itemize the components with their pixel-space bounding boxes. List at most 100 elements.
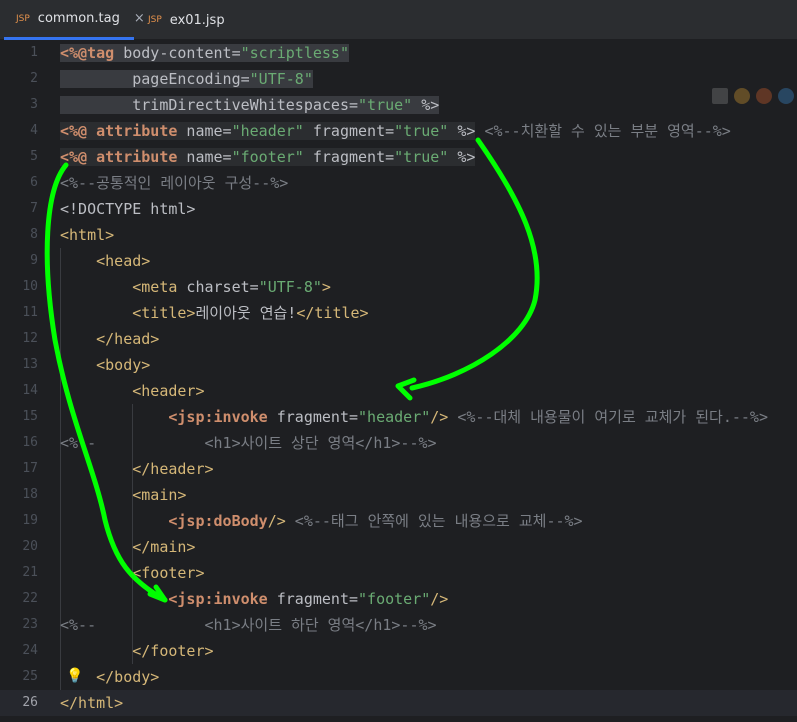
code-token: <%--치환할 수 있는 부분 영역--%> <box>475 122 731 140</box>
code-editor[interactable]: 1 2 3 4 5 6 7 8 9 10 11 12 13 14 15 16 17 18 19 20 21 22 23 24 2… <box>0 40 797 722</box>
line-number: 3 <box>30 97 38 112</box>
close-icon[interactable]: × <box>134 11 145 26</box>
code-line: <footer> <box>60 560 204 586</box>
line-number: 19 <box>22 513 38 528</box>
code-token: <%--대체 내용물이 여기로 교체가 된다.--%> <box>448 408 768 426</box>
code-token: "true" <box>358 96 413 114</box>
code-line: <body> <box>60 352 150 378</box>
code-line: <html> <box>60 222 114 248</box>
tab-common-tag[interactable]: JSP common.tag × <box>4 0 145 40</box>
line-number: 17 <box>22 461 38 476</box>
code-line: <%@ attribute name="footer" fragment="tr… <box>60 144 476 170</box>
code-line: <header> <box>60 378 204 404</box>
code-token: </html> <box>60 694 124 712</box>
line-number: 22 <box>22 591 38 606</box>
line-number: 2 <box>30 71 38 86</box>
code-token: <head> <box>60 252 151 270</box>
code-token: <!DOCTYPE html> <box>60 200 196 218</box>
code-token: "true" <box>394 122 449 140</box>
line-number: 24 <box>22 643 38 658</box>
code-token: %> <box>412 96 440 114</box>
line-number: 11 <box>22 305 38 320</box>
code-line: trimDirectiveWhitespaces="true" %> <box>60 92 440 118</box>
code-line: <jsp:doBody/> <%--태그 안쪽에 있는 내용으로 교체--%> <box>60 508 583 534</box>
code-token: </head> <box>60 330 160 348</box>
code-token: name= <box>177 122 232 140</box>
code-line: <%--공통적인 레이아웃 구성--%> <box>60 170 288 196</box>
line-number: 23 <box>22 617 38 632</box>
code-line: <%@ attribute name="header" fragment="tr… <box>60 118 731 144</box>
code-token: <meta <box>60 278 178 296</box>
code-token: <jsp:invoke <box>168 408 268 426</box>
code-token: <html> <box>60 226 115 244</box>
code-token: <jsp:invoke <box>168 590 268 608</box>
code-token: charset= <box>177 278 259 296</box>
code-token: fragment= <box>267 590 359 608</box>
code-token: fragment= <box>303 122 395 140</box>
line-number: 1 <box>30 45 38 60</box>
code-token: </header> <box>60 460 214 478</box>
code-token: trimDirectiveWhitespaces= <box>60 96 359 114</box>
code-token: "footer" <box>231 148 304 166</box>
line-number-gutter: 1 2 3 4 5 6 7 8 9 10 11 12 13 14 15 16 17 18 19 20 21 22 23 24 2… <box>0 40 48 722</box>
browser-preview-icons <box>712 88 794 104</box>
jsp-file-icon: JSP <box>148 15 162 25</box>
tab-label: common.tag <box>37 11 120 26</box>
code-token: fragment= <box>303 148 395 166</box>
firefox-icon[interactable] <box>756 88 772 104</box>
code-token: "UTF-8" <box>258 278 322 296</box>
code-token: body-content= <box>114 44 241 62</box>
line-number: 15 <box>22 409 38 424</box>
code-token: </title> <box>296 304 369 322</box>
code-token: <%@ attribute <box>60 148 178 166</box>
code-token: /> <box>430 590 449 608</box>
code-token: > <box>321 278 331 296</box>
code-line: <%-- <h1>사이트 상단 영역</h1>--%> <box>60 430 437 456</box>
line-number: 13 <box>22 357 38 372</box>
code-token: <main> <box>60 486 187 504</box>
code-token: </body> <box>60 668 160 686</box>
line-number: 12 <box>22 331 38 346</box>
tab-bar: JSP common.tag × JSP ex01.jsp <box>0 0 797 40</box>
browser-icon[interactable] <box>712 88 728 104</box>
line-number: 10 <box>22 279 38 294</box>
code-line: <head> <box>60 248 150 274</box>
tab-ex01-jsp[interactable]: JSP ex01.jsp <box>148 0 225 40</box>
code-token: <%--공통적인 레이아웃 구성--%> <box>60 174 289 192</box>
code-line: </header> <box>60 456 214 482</box>
line-number: 6 <box>30 175 38 190</box>
line-number: 18 <box>22 487 38 502</box>
code-token: "scriptless" <box>240 44 349 62</box>
code-token: <%-- <h1>사이트 상단 영역</h1>--%> <box>60 434 437 452</box>
line-number: 26 <box>22 695 38 710</box>
code-line: </body> <box>60 664 159 690</box>
code-token: %> <box>448 148 476 166</box>
code-line: </main> <box>60 534 195 560</box>
line-number: 20 <box>22 539 38 554</box>
code-token: <%-- <h1>사이트 하단 영역</h1>--%> <box>60 616 437 634</box>
code-line: <main> <box>60 482 186 508</box>
code-token: "header" <box>231 122 304 140</box>
code-token: "header" <box>358 408 431 426</box>
chrome-icon[interactable] <box>734 88 750 104</box>
line-number: 14 <box>22 383 38 398</box>
line-number: 16 <box>22 435 38 450</box>
code-token: <%--태그 안쪽에 있는 내용으로 교체--%> <box>285 512 583 530</box>
line-number: 25 <box>22 669 38 684</box>
code-token: "UTF-8" <box>249 70 313 88</box>
jsp-file-icon: JSP <box>16 13 30 24</box>
code-token: /> <box>267 512 286 530</box>
tab-label: ex01.jsp <box>169 12 225 28</box>
code-token: /> <box>430 408 449 426</box>
code-token: <title> <box>60 304 196 322</box>
line-number: 4 <box>30 123 38 138</box>
line-number: 8 <box>30 227 38 242</box>
code-line: <%-- <h1>사이트 하단 영역</h1>--%> <box>60 612 437 638</box>
code-line: </html> <box>60 690 123 716</box>
code-token: %> <box>448 122 476 140</box>
code-line: <jsp:invoke fragment="footer"/> <box>60 586 448 612</box>
edge-icon[interactable] <box>778 88 794 104</box>
